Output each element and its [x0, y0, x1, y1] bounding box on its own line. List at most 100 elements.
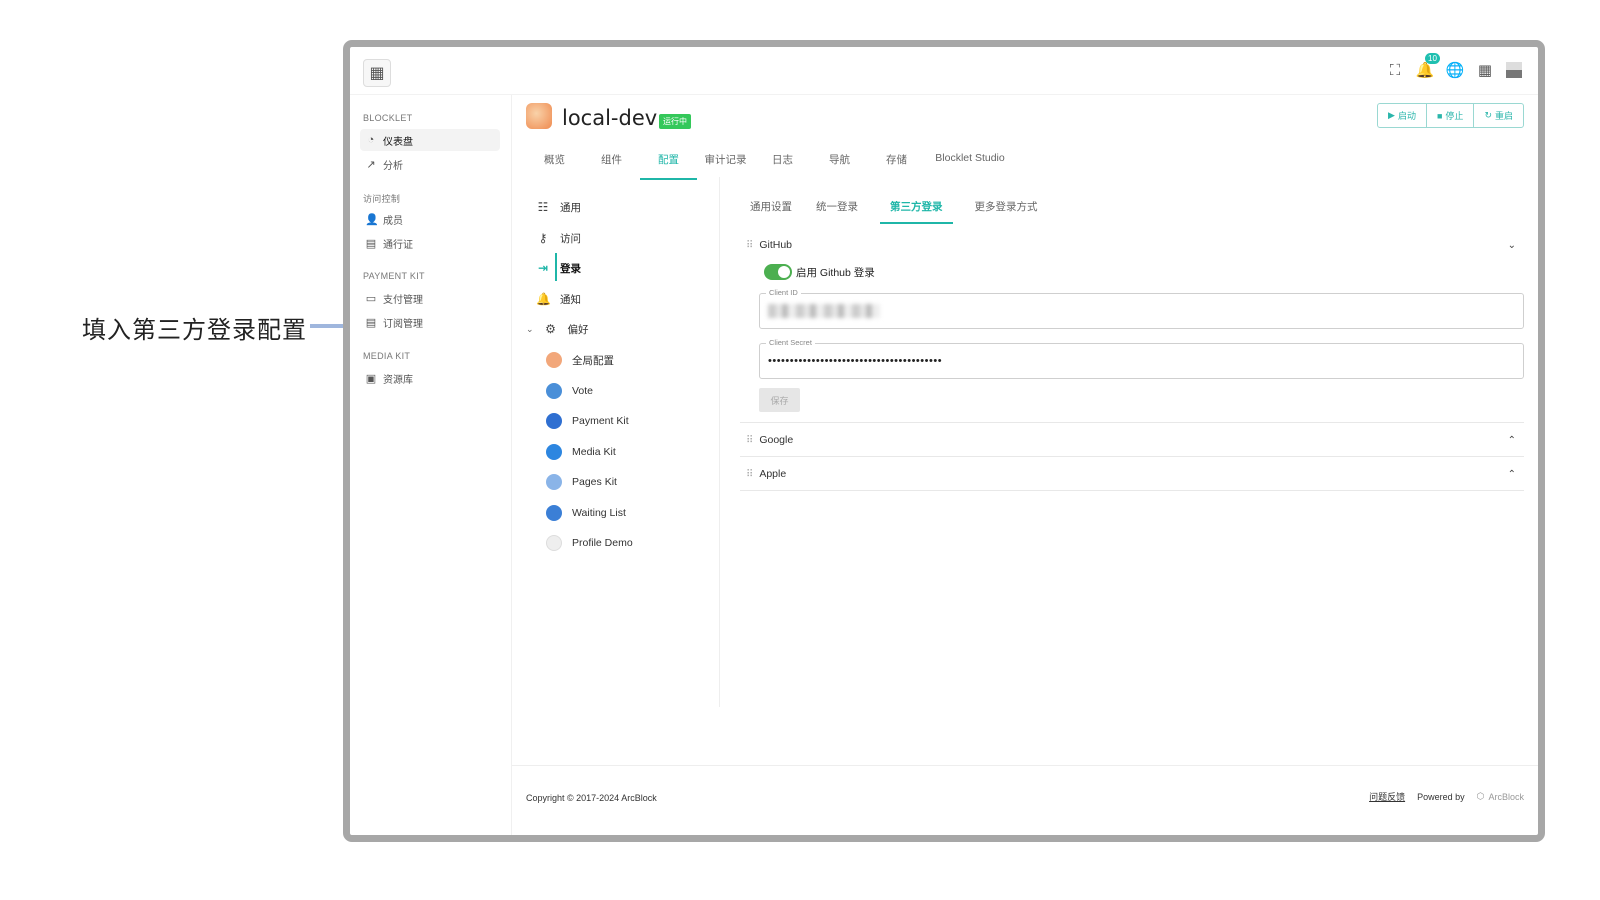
divider [740, 490, 1524, 491]
app-window: ▦ ⛶ 🔔 10 🌐 ▦ BLOCKLET ◔ 仪表盘 ↗ 分析 访问控制 👤 … [343, 40, 1545, 842]
restart-icon: ↻ [1484, 110, 1492, 120]
drag-handle-icon[interactable]: ⠿ [746, 435, 753, 446]
menu-item-general[interactable]: ☷ 通用 [536, 197, 581, 217]
restart-button[interactable]: ↻ 重启 [1474, 104, 1523, 127]
tab-logs[interactable]: 日志 [754, 152, 811, 180]
login-icon: ⇥ [537, 261, 549, 275]
receipt-icon: ▤ [365, 316, 377, 329]
tab-more-login-methods[interactable]: 更多登录方式 [973, 199, 1040, 224]
arcblock-logo[interactable]: ⬡ ArcBlock [1477, 791, 1524, 802]
image-icon: ▣ [365, 372, 377, 385]
chevron-up-icon[interactable]: ⌃ [1508, 435, 1516, 446]
github-enable-row: 启用 Github 登录 [764, 264, 875, 280]
user-icon: 👤 [365, 213, 379, 226]
tab-storage[interactable]: 存储 [868, 152, 925, 180]
card-icon: ▭ [365, 292, 377, 305]
client-id-value-redacted [768, 304, 880, 318]
sliders-icon: ☷ [537, 200, 549, 214]
tab-blocklet-studio[interactable]: Blocklet Studio [925, 152, 1015, 180]
component-payment-kit[interactable]: Payment Kit [546, 411, 629, 431]
client-secret-field[interactable]: Client Secret ••••••••••••••••••••••••••… [759, 338, 1524, 379]
client-id-field[interactable]: Client ID [759, 288, 1524, 329]
app-logo-icon[interactable]: ▦ [363, 59, 391, 87]
bell-icon: 🔔 [536, 292, 551, 306]
powered-by-text: Powered by [1417, 791, 1465, 802]
feedback-link[interactable]: 问题反馈 [1369, 790, 1405, 803]
payment-kit-icon [546, 413, 562, 429]
component-media-kit[interactable]: Media Kit [546, 442, 616, 462]
tab-components[interactable]: 组件 [583, 152, 640, 180]
fullscreen-icon[interactable]: ⛶ [1386, 61, 1404, 79]
menu-item-preferences[interactable]: ⌄ ⚙ 偏好 [526, 319, 589, 339]
global-config-icon [546, 352, 562, 368]
notification-badge: 10 [1425, 53, 1440, 64]
start-button[interactable]: ▶ 启动 [1378, 104, 1427, 127]
github-accordion-header[interactable]: ⠿ GitHub ⌄ [740, 228, 1524, 262]
tab-third-party-login[interactable]: 第三方登录 [880, 199, 953, 224]
tab-unified-login[interactable]: 统一登录 [814, 199, 860, 224]
sidebar-group-title: MEDIA KIT [363, 351, 411, 361]
sidebar-item-members[interactable]: 👤 成员 [360, 208, 500, 230]
bell-icon[interactable]: 🔔 10 [1416, 53, 1440, 79]
dashboard-icon: ◔ [367, 134, 375, 146]
play-icon: ▶ [1388, 110, 1395, 120]
github-enable-toggle[interactable] [764, 264, 792, 280]
top-bar: ▦ ⛶ 🔔 10 🌐 ▦ [350, 47, 1538, 95]
sidebar-group-title: PAYMENT KIT [363, 271, 425, 281]
chevron-up-icon[interactable]: ⌃ [1508, 469, 1516, 480]
globe-icon[interactable]: 🌐 [1446, 61, 1465, 79]
sidebar-item-media[interactable]: ▣ 资源库 [360, 367, 500, 389]
tab-audit[interactable]: 审计记录 [697, 152, 754, 180]
sidebar-item-dashboard[interactable]: ◔ 仪表盘 [360, 129, 500, 151]
stop-button[interactable]: ■ 停止 [1427, 104, 1475, 127]
github-enable-label: 启用 Github 登录 [796, 266, 875, 279]
footer: Copyright © 2017-2024 ArcBlock 问题反馈 Powe… [512, 765, 1538, 835]
component-vote[interactable]: Vote [546, 381, 593, 401]
pages-kit-icon [546, 474, 562, 490]
drag-handle-icon[interactable]: ⠿ [746, 469, 753, 480]
avatar[interactable] [1506, 62, 1522, 78]
gear-icon: ⚙ [545, 322, 556, 336]
component-pages-kit[interactable]: Pages Kit [546, 472, 617, 492]
tab-overview[interactable]: 概览 [526, 152, 583, 180]
menu-item-login[interactable]: ⇥ 登录 [536, 258, 581, 278]
client-id-label: Client ID [766, 288, 801, 297]
sidebar-group-title: BLOCKLET [363, 113, 413, 123]
media-kit-icon [546, 444, 562, 460]
tab-navigation[interactable]: 导航 [811, 152, 868, 180]
passport-icon: ▤ [365, 237, 377, 250]
client-secret-label: Client Secret [766, 338, 815, 347]
vote-icon [546, 383, 562, 399]
sidebar: BLOCKLET ◔ 仪表盘 ↗ 分析 访问控制 👤 成员 ▤ 通行证 PAYM… [350, 95, 512, 835]
copyright-text: Copyright © 2017-2024 ArcBlock [526, 793, 657, 803]
apple-accordion-header[interactable]: ⠿ Apple ⌃ [740, 457, 1524, 491]
active-menu-indicator [555, 253, 557, 281]
component-global-config[interactable]: 全局配置 [546, 350, 614, 370]
action-buttons: ▶ 启动 ■ 停止 ↻ 重启 [1377, 103, 1524, 128]
arcblock-icon: ⬡ [1476, 791, 1485, 801]
waiting-list-icon [546, 505, 562, 521]
tab-general-settings[interactable]: 通用设置 [748, 199, 794, 224]
sidebar-item-passports[interactable]: ▤ 通行证 [360, 232, 500, 254]
tab-config[interactable]: 配置 [640, 152, 697, 180]
chevron-down-icon: ⌄ [526, 323, 534, 334]
component-waiting-list[interactable]: Waiting List [546, 503, 626, 523]
settings-menu: ☷ 通用 ⚷ 访问 ⇥ 登录 🔔 通知 ⌄ ⚙ 偏好 全局配置 Vote Pay… [512, 177, 720, 707]
stop-icon: ■ [1436, 110, 1443, 121]
chevron-down-icon[interactable]: ⌄ [1508, 240, 1516, 251]
sidebar-item-subscriptions[interactable]: ▤ 订阅管理 [360, 311, 500, 333]
blocklet-icon [526, 103, 552, 129]
sidebar-item-payment[interactable]: ▭ 支付管理 [360, 287, 500, 309]
grid-icon[interactable]: ▦ [1476, 61, 1494, 79]
menu-item-notification[interactable]: 🔔 通知 [536, 289, 581, 309]
menu-item-access[interactable]: ⚷ 访问 [536, 228, 581, 248]
drag-handle-icon[interactable]: ⠿ [746, 240, 753, 251]
main-tabs: 概览 组件 配置 审计记录 日志 导航 存储 Blocklet Studio [526, 152, 1015, 180]
google-accordion-header[interactable]: ⠿ Google ⌃ [740, 423, 1524, 457]
sidebar-item-analytics[interactable]: ↗ 分析 [360, 153, 500, 175]
page-title: local-dev [562, 106, 658, 130]
save-button[interactable]: 保存 [759, 388, 800, 412]
profile-demo-icon [546, 535, 562, 551]
component-profile-demo[interactable]: Profile Demo [546, 533, 633, 553]
key-icon: ⚷ [538, 231, 548, 245]
